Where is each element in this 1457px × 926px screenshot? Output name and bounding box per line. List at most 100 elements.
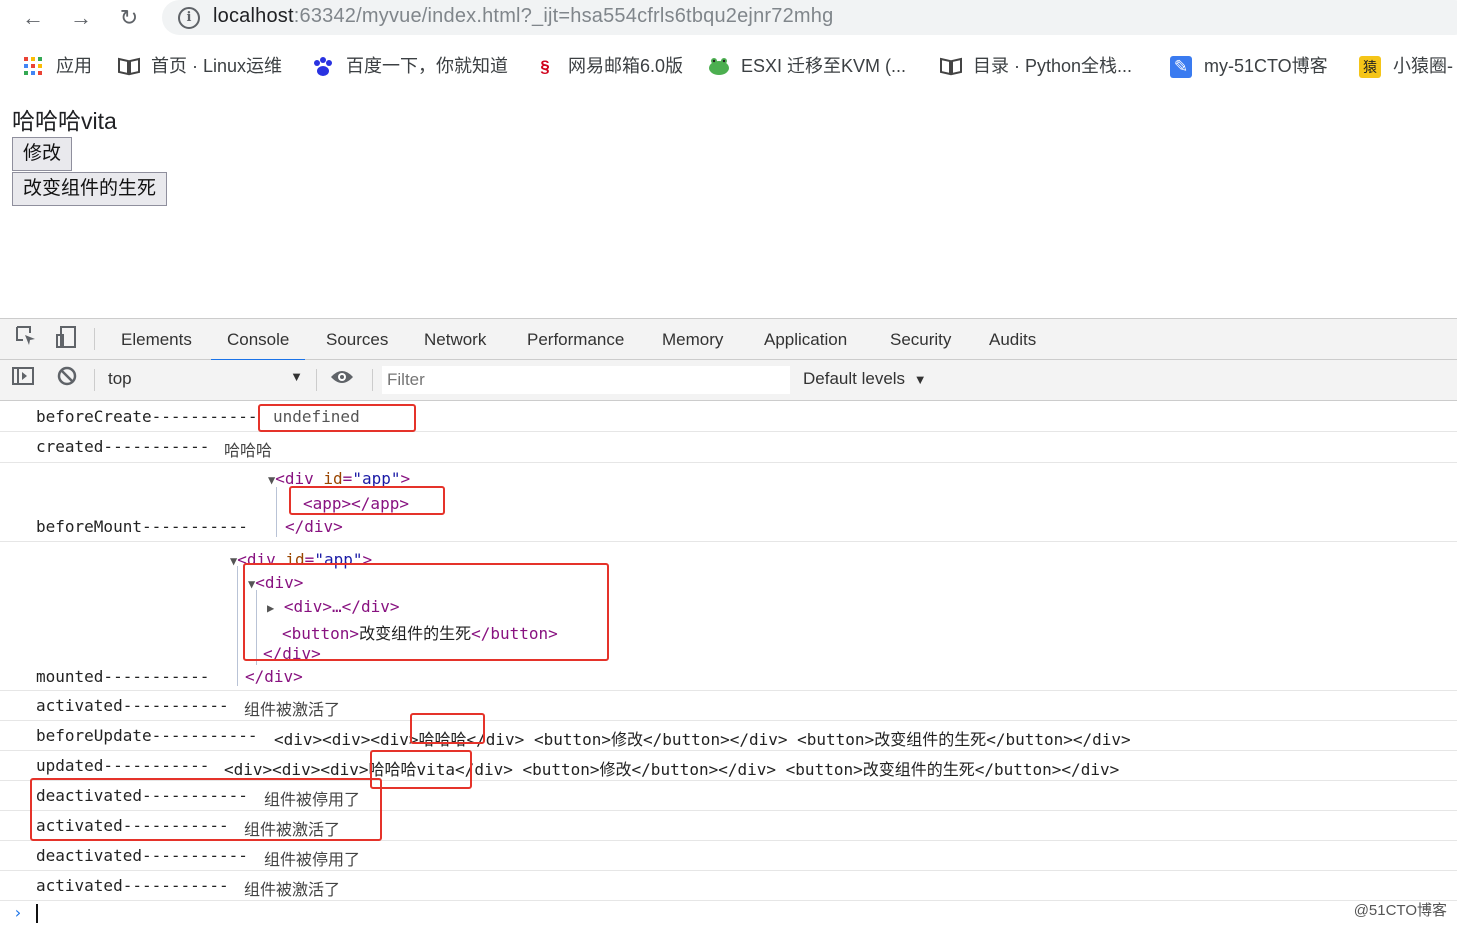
apps-grid-icon — [22, 56, 44, 78]
message-text: 哈哈哈vita — [12, 108, 117, 134]
separator — [372, 369, 373, 391]
tree-guide — [276, 487, 277, 537]
log-label: beforeMount----------- — [36, 517, 248, 536]
clear-console-icon[interactable] — [53, 365, 81, 393]
log-value: 组件被激活了 — [244, 700, 341, 719]
watermark: @51CTO博客 — [1353, 902, 1447, 919]
feather-icon: ✎ — [1170, 56, 1192, 79]
bookmark-label: ESXI 迁移至KVM (... — [741, 56, 907, 76]
tab-console[interactable]: Console — [211, 319, 306, 361]
address-bar: ← → ↻ i localhost:63342/myvue/index.html… — [0, 0, 1457, 36]
tab-sources[interactable]: Sources — [326, 319, 388, 359]
bookmark-baidu[interactable]: 百度一下，你就知道 — [312, 54, 508, 78]
log-value: 组件被激活了 — [244, 880, 341, 899]
bookmark-label: 目录 · Python全栈... — [973, 56, 1133, 76]
dom-node-close: </div> — [285, 517, 343, 536]
toggle-component-button[interactable]: 改变组件的生死 — [12, 172, 168, 206]
tab-audits[interactable]: Audits — [989, 319, 1036, 359]
log-value: 哈哈哈 — [224, 441, 273, 460]
tab-performance[interactable]: Performance — [527, 319, 624, 359]
bookmark-python[interactable]: 目录 · Python全栈... — [939, 54, 1132, 78]
text-cursor — [36, 904, 38, 923]
log-label: created----------- — [36, 437, 210, 456]
console-message: activated----------- 组件被激活了 — [0, 691, 1457, 721]
console-message: created----------- 哈哈哈 — [0, 432, 1457, 463]
page-content: 哈哈哈vita 修改 改变组件的生死 — [0, 100, 1457, 318]
eye-icon[interactable] — [328, 365, 356, 393]
log-label: mounted----------- — [36, 667, 210, 686]
tab-application[interactable]: Application — [764, 319, 847, 359]
sidebar-toggle-icon[interactable] — [9, 365, 37, 393]
inspect-element-icon[interactable] — [12, 325, 40, 353]
filter-input[interactable]: Filter — [382, 366, 790, 394]
devtools-panel: Elements Console Sources Network Perform… — [0, 318, 1457, 926]
tab-security[interactable]: Security — [890, 319, 951, 359]
bookmark-linux[interactable]: 首页 · Linux运维 — [117, 54, 282, 78]
context-selector[interactable]: top ▼ — [108, 369, 303, 391]
separator — [94, 328, 95, 350]
tab-elements[interactable]: Elements — [121, 319, 192, 359]
dropdown-arrow-icon: ▼ — [290, 369, 303, 384]
console-toolbar: top ▼ Filter Default levels ▼ — [0, 360, 1457, 401]
log-label: beforeCreate----------- — [36, 407, 258, 426]
separator — [316, 369, 317, 391]
highlight-box — [243, 563, 609, 661]
tree-guide — [237, 566, 238, 686]
log-label: activated----------- — [36, 876, 229, 895]
log-label: beforeUpdate----------- — [36, 726, 258, 745]
bookmark-netease[interactable]: § 网易邮箱6.0版 — [534, 54, 683, 78]
bookmark-label: 首页 · Linux运维 — [151, 56, 283, 76]
ape-icon: 猿 — [1359, 56, 1381, 79]
bookmarks-bar: 应用 首页 · Linux运维 百度一下，你就知道 § 网易邮箱6.0版 ESXI… — [0, 48, 1457, 84]
console-message: beforeUpdate----------- <div><div><div>哈… — [0, 721, 1457, 751]
bookmark-51cto[interactable]: ✎ my-51CTO博客 — [1170, 54, 1328, 79]
log-value: <div><div><div>哈哈哈vita</div> <button>修改<… — [224, 760, 1120, 779]
log-value: 组件被停用了 — [264, 850, 361, 869]
highlight-box — [30, 778, 382, 841]
dom-node-close: </div> — [245, 667, 303, 686]
log-label: activated----------- — [36, 696, 229, 715]
bookmark-esxi[interactable]: ESXI 迁移至KVM (... — [707, 54, 906, 78]
bookmark-label: 应用 — [56, 56, 92, 76]
bookmark-label: 百度一下，你就知道 — [346, 56, 508, 76]
highlight-box — [258, 404, 416, 432]
tab-network[interactable]: Network — [424, 319, 486, 359]
dropdown-arrow-icon: ▼ — [913, 372, 927, 387]
reload-icon[interactable]: ↻ — [115, 4, 143, 32]
book-icon — [117, 56, 140, 78]
console-message: mounted----------- ▼<div id="app"> ▼<div… — [0, 542, 1457, 691]
highlight-box — [410, 713, 485, 744]
levels-dropdown[interactable]: Default levels ▼ — [803, 369, 927, 389]
bookmark-label: 网易邮箱6.0版 — [568, 56, 684, 76]
paw-icon — [312, 56, 334, 78]
console-message: beforeMount----------- ▼<div id="app"> <… — [0, 463, 1457, 542]
url-text[interactable]: localhost:63342/myvue/index.html?_ijt=hs… — [213, 5, 833, 28]
bookmark-ape[interactable]: 猿小猿圈- — [1359, 54, 1453, 79]
back-icon[interactable]: ← — [19, 4, 47, 32]
console-message: activated----------- 组件被激活了 — [0, 871, 1457, 901]
url-host: localhost — [213, 5, 294, 27]
log-value: <div><div><div>哈哈哈</div> <button>修改</but… — [274, 730, 1131, 749]
highlight-box — [289, 486, 445, 515]
frog-icon — [707, 56, 729, 78]
bookmark-apps[interactable]: 应用 — [22, 54, 92, 78]
info-icon[interactable]: i — [178, 7, 200, 29]
forward-icon[interactable]: → — [67, 4, 95, 32]
url-path: :63342/myvue/index.html?_ijt=hsa554cfrls… — [293, 5, 834, 27]
console-message: deactivated----------- 组件被停用了 — [0, 841, 1457, 871]
device-toolbar-icon[interactable] — [52, 325, 80, 353]
log-label: deactivated----------- — [36, 846, 248, 865]
devtools-tabbar: Elements Console Sources Network Perform… — [0, 319, 1457, 361]
tab-memory[interactable]: Memory — [662, 319, 723, 359]
bookmark-label: my-51CTO博客 — [1204, 56, 1328, 76]
bookmark-label: 小猿圈- — [1393, 56, 1453, 76]
prompt-chevron-icon: › — [13, 903, 23, 922]
netease-icon: § — [540, 57, 550, 77]
url-omnibox[interactable]: i localhost:63342/myvue/index.html?_ijt=… — [162, 0, 1457, 35]
context-label: top — [108, 369, 132, 388]
log-label: updated----------- — [36, 756, 210, 775]
book-icon — [939, 56, 962, 78]
console-prompt[interactable]: › — [0, 901, 1457, 926]
levels-label: Default levels — [803, 369, 906, 388]
edit-button[interactable]: 修改 — [12, 137, 73, 171]
